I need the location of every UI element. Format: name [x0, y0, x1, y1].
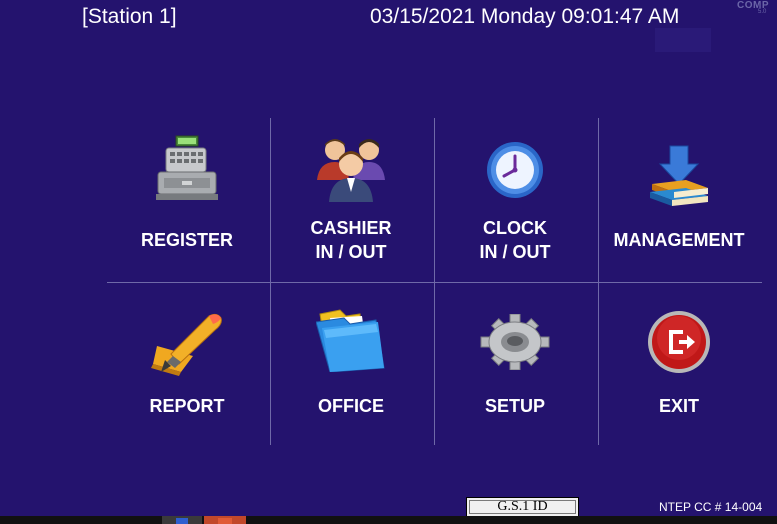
pos-main-screen: [Station 1] 03/15/2021 Monday 09:01:47 A… [0, 0, 777, 524]
grid-divider [107, 282, 762, 283]
gs1-id-button[interactable]: G.S.1 ID [466, 497, 579, 517]
taskbar-app-icon[interactable] [162, 516, 202, 524]
clock-icon [487, 142, 543, 198]
clock-label-line1: CLOCK [483, 218, 547, 238]
datetime-display: 03/15/2021 Monday 09:01:47 AM [370, 5, 680, 28]
books-download-icon [650, 145, 708, 206]
gs1-id-label: G.S.1 ID [497, 499, 548, 514]
report-label: REPORT [149, 396, 225, 416]
top-right-panel [655, 28, 711, 52]
office-label: OFFICE [318, 396, 384, 416]
cashier-label-line1: CASHIER [310, 218, 392, 238]
folder-icon [316, 309, 385, 372]
ntep-certificate-text: NTEP CC # 14-004 [659, 500, 763, 514]
cashier-label-line2: IN / OUT [315, 242, 387, 262]
clock-label-line2: IN / OUT [479, 242, 551, 262]
setup-button[interactable]: SETUP [435, 284, 595, 444]
setup-label: SETUP [484, 396, 545, 416]
register-button[interactable]: REGISTER [107, 120, 267, 280]
app-icon [176, 518, 188, 524]
taskbar [0, 516, 777, 524]
exit-button[interactable]: EXIT [599, 284, 759, 444]
management-button[interactable]: MANAGEMENT [599, 120, 759, 280]
taskbar-app-icon[interactable] [204, 516, 246, 524]
pen-icon [151, 313, 222, 376]
app-icon [218, 518, 232, 524]
clock-in-out-button[interactable]: CLOCK IN / OUT [435, 120, 595, 280]
management-label: MANAGEMENT [613, 230, 745, 250]
brand-version: 5.0 [758, 9, 767, 15]
people-group-icon [317, 139, 385, 202]
exit-label: EXIT [658, 396, 699, 416]
exit-door-icon [648, 311, 710, 373]
cashier-in-out-button[interactable]: CASHIER IN / OUT [271, 120, 431, 280]
station-label: [Station 1] [82, 5, 177, 28]
cash-register-icon [156, 135, 218, 200]
report-button[interactable]: REPORT [107, 284, 267, 444]
register-label: REGISTER [140, 230, 233, 250]
office-button[interactable]: OFFICE [271, 284, 431, 444]
gear-icon [480, 314, 550, 370]
